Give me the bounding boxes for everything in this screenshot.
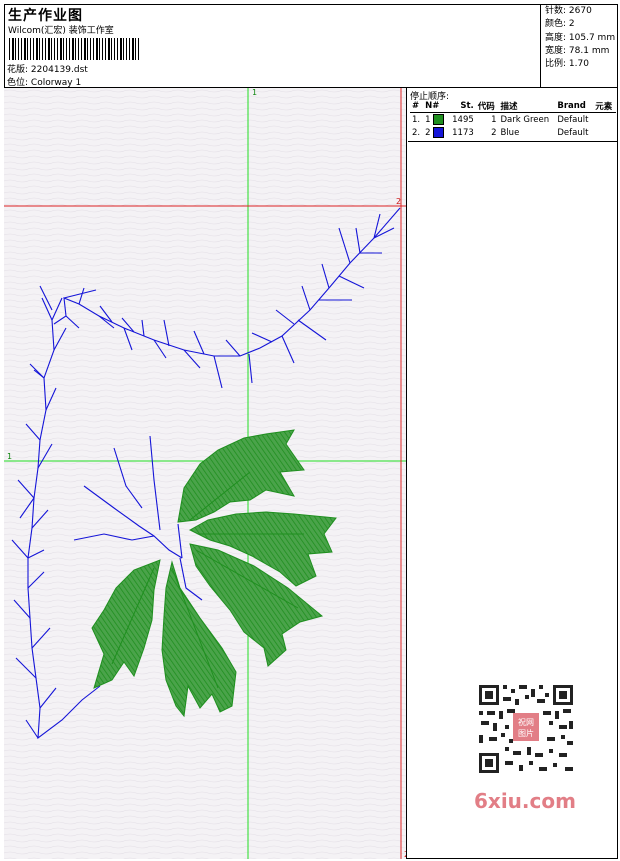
design-canvas[interactable]: 1 1 2 2 — [4, 88, 407, 859]
column-header: N# — [423, 100, 449, 113]
design-label: 花版: — [7, 65, 29, 75]
worksheet-header: 生产作业图 Wilcom(汇宏) 装饰工作室 花版: 2204139.dst 色… — [4, 4, 618, 88]
column-header: 代码 — [475, 100, 499, 113]
row-element — [593, 113, 616, 127]
stat-height-label: 高度: — [545, 32, 567, 43]
stat-stitches-value: 2670 — [568, 6, 592, 16]
colorway-info: 色位: Colorway 1 — [7, 75, 81, 88]
worksheet-subtitle: Wilcom(汇宏) 装饰工作室 — [8, 26, 114, 36]
table-row[interactable]: 1. 1 1495 1 Dark Green Default — [410, 113, 616, 127]
color-swatch — [433, 127, 445, 138]
stat-stitches-label: 针数: — [545, 6, 567, 16]
stat-colors-value: 2 — [568, 19, 575, 30]
table-row[interactable]: 2. 2 1173 2 Blue Default — [410, 126, 616, 139]
marker-top: 1 — [252, 88, 257, 97]
stat-height-value: 105.7 mm — [568, 32, 616, 43]
marker-left: 1 — [7, 452, 12, 461]
row-code: 1 — [491, 114, 497, 125]
stop-sequence-table: # N# St. 代码 描述 Brand 元素 1. 1 1495 1 Dark… — [410, 100, 616, 139]
row-description: Dark Green — [500, 114, 550, 125]
qr-code-watermark: 祝网 图片 — [469, 681, 583, 777]
row-element — [593, 126, 616, 139]
design-info: 花版: 2204139.dst — [7, 62, 88, 75]
marker-bottom: 2 — [404, 850, 407, 859]
design-stats: 针数: 2670 颜色: 2 高度: 105.7 mm 宽度: 78.1 mm … — [540, 4, 618, 88]
barcode — [9, 38, 141, 60]
row-index: 2. — [412, 127, 421, 138]
row-number: 2 — [423, 126, 448, 139]
stat-width: 宽度: 78.1 mm — [545, 45, 618, 58]
qr-badge-line2: 图片 — [518, 728, 534, 738]
stat-height: 高度: 105.7 mm — [545, 32, 618, 45]
colorway-value: Colorway 1 — [30, 78, 82, 88]
design-value: 2204139.dst — [30, 65, 88, 75]
column-header: # — [410, 100, 424, 113]
row-stitches: 1495 — [452, 114, 474, 125]
stat-width-value: 78.1 mm — [568, 45, 610, 56]
stat-colors: 颜色: 2 — [545, 18, 618, 31]
stat-scale: 比例: 1.70 — [545, 58, 618, 71]
row-description: Blue — [500, 127, 520, 138]
stat-scale-value: 1.70 — [568, 59, 589, 70]
row-code: 2 — [491, 127, 497, 138]
qr-code-icon: 祝网 图片 — [469, 681, 583, 777]
color-swatch — [433, 114, 445, 125]
column-header: 描述 — [498, 100, 556, 113]
column-header: Brand — [555, 100, 594, 113]
row-index: 1. — [412, 114, 421, 125]
row-n-value: 2 — [425, 128, 431, 138]
column-header: 元素 — [593, 100, 616, 113]
stat-scale-label: 比例: — [545, 59, 567, 70]
stop-sequence-header-row: # N# St. 代码 描述 Brand 元素 — [410, 100, 616, 113]
watermark-text: 6xiu.com — [474, 789, 576, 813]
embroidery-drawing: 1 1 2 2 — [4, 88, 407, 859]
stop-sequence-panel: 停止顺序: # N# St. 代码 描述 Brand 元素 1. 1 1495 … — [408, 88, 618, 142]
row-brand: Default — [557, 114, 589, 125]
stat-colors-label: 颜色: — [545, 19, 567, 30]
colorway-label: 色位: — [7, 78, 29, 88]
row-stitches: 1173 — [452, 127, 474, 138]
row-n-value: 1 — [425, 115, 431, 125]
row-brand: Default — [557, 127, 589, 138]
stat-width-label: 宽度: — [545, 45, 567, 56]
row-number: 1 — [423, 113, 448, 127]
stat-stitches: 针数: 2670 — [545, 5, 618, 18]
column-header: St. — [448, 100, 476, 113]
marker-right: 2 — [396, 197, 401, 206]
qr-badge-line1: 祝网 — [518, 717, 534, 727]
worksheet-title: 生产作业图 — [8, 8, 83, 24]
